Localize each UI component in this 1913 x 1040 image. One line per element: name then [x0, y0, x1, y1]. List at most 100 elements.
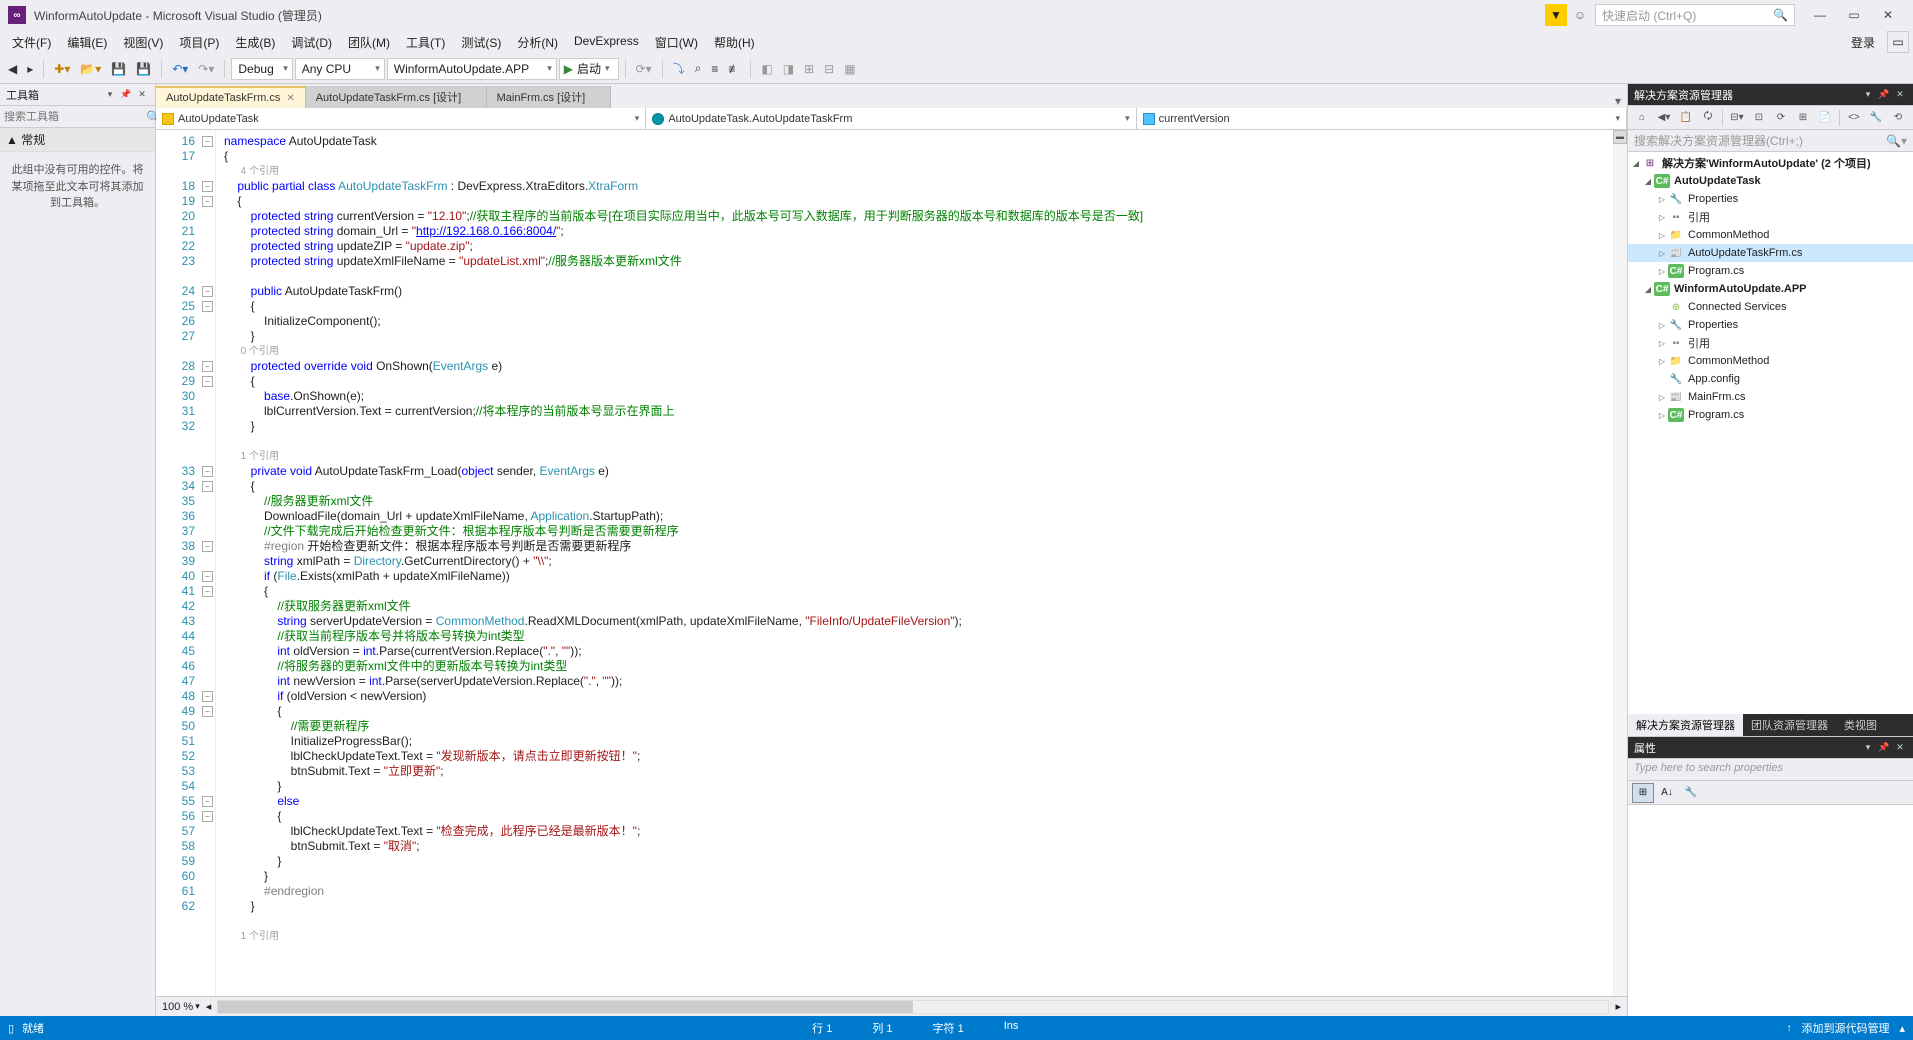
- fold-toggle[interactable]: −: [202, 481, 213, 492]
- fold-toggle[interactable]: −: [202, 196, 213, 207]
- tree-file[interactable]: 🔧App.config: [1628, 370, 1913, 388]
- alphabetical-button[interactable]: A↓: [1656, 783, 1678, 803]
- pending-changes-button[interactable]: 📋: [1676, 108, 1696, 128]
- sync-button[interactable]: 🗘: [1698, 108, 1718, 128]
- tab-overflow-button[interactable]: ▾: [1609, 94, 1627, 108]
- fold-toggle[interactable]: −: [202, 706, 213, 717]
- panel-tab[interactable]: 解决方案资源管理器: [1628, 714, 1743, 736]
- sign-in-link[interactable]: 登录: [1843, 31, 1883, 54]
- panel-pin-icon[interactable]: 📌: [119, 88, 133, 102]
- tree-folder[interactable]: ▷📁CommonMethod: [1628, 226, 1913, 244]
- save-button[interactable]: 💾: [107, 58, 130, 80]
- close-icon[interactable]: ✕: [286, 93, 294, 104]
- redo-button[interactable]: ↷▾: [194, 58, 218, 80]
- open-file-button[interactable]: 📂▾: [76, 58, 105, 80]
- properties-button[interactable]: 📄: [1815, 108, 1835, 128]
- save-all-button[interactable]: 💾: [132, 58, 155, 80]
- publish-icon[interactable]: ↑: [1786, 1023, 1791, 1034]
- fold-toggle[interactable]: −: [202, 376, 213, 387]
- document-tab[interactable]: AutoUpdateTaskFrm.cs✕: [156, 86, 306, 108]
- show-all-button[interactable]: ⊡: [1749, 108, 1769, 128]
- tree-folder[interactable]: ▷📁CommonMethod: [1628, 352, 1913, 370]
- menu-item[interactable]: 编辑(E): [59, 31, 115, 54]
- fold-toggle[interactable]: −: [202, 361, 213, 372]
- pin-button[interactable]: ⟲: [1888, 108, 1908, 128]
- tree-properties[interactable]: ▷🔧Properties: [1628, 190, 1913, 208]
- startup-project-combo[interactable]: WinformAutoUpdate.APP: [387, 58, 557, 80]
- horizontal-scrollbar[interactable]: [217, 1000, 1609, 1014]
- tree-project[interactable]: ◢C#AutoUpdateTask: [1628, 172, 1913, 190]
- nav-forward-button[interactable]: ▸: [23, 58, 37, 80]
- prop-wrench-button[interactable]: 🔧: [1680, 783, 1702, 803]
- panel-pin-icon[interactable]: 📌: [1877, 741, 1891, 755]
- nav-project-combo[interactable]: AutoUpdateTask: [156, 108, 646, 129]
- fold-toggle[interactable]: −: [202, 136, 213, 147]
- menu-item[interactable]: DevExpress: [566, 31, 647, 54]
- fold-toggle[interactable]: −: [202, 466, 213, 477]
- menu-item[interactable]: 文件(F): [4, 31, 59, 54]
- menu-item[interactable]: 生成(B): [227, 31, 283, 54]
- close-button[interactable]: ✕: [1871, 4, 1905, 26]
- nav-member-combo[interactable]: currentVersion: [1137, 108, 1627, 129]
- panel-tab[interactable]: 类视图: [1836, 714, 1885, 736]
- feedback-icon[interactable]: ☺: [1569, 4, 1591, 26]
- solution-tree[interactable]: ◢⊞解决方案'WinformAutoUpdate' (2 个项目) ◢C#Aut…: [1628, 152, 1913, 714]
- menu-item[interactable]: 调试(D): [283, 31, 340, 54]
- notification-flag-icon[interactable]: ▼: [1545, 4, 1567, 26]
- fold-toggle[interactable]: −: [202, 286, 213, 297]
- menu-item[interactable]: 项目(P): [171, 31, 227, 54]
- panel-dropdown-icon[interactable]: ▾: [103, 88, 117, 102]
- menu-item[interactable]: 工具(T): [398, 31, 453, 54]
- tree-file[interactable]: ▷📰MainFrm.cs: [1628, 388, 1913, 406]
- tree-references[interactable]: ▷▪▪引用: [1628, 208, 1913, 226]
- minimize-button[interactable]: —: [1803, 4, 1837, 26]
- collapse-all-button[interactable]: ⊟▾: [1727, 108, 1747, 128]
- tree-references[interactable]: ▷▪▪引用: [1628, 334, 1913, 352]
- fold-toggle[interactable]: −: [202, 301, 213, 312]
- code-button[interactable]: <>: [1844, 108, 1864, 128]
- extra4-button[interactable]: ⊟: [820, 58, 838, 80]
- comment-button[interactable]: ≡: [707, 58, 722, 80]
- extra3-button[interactable]: ⊞: [800, 58, 818, 80]
- menu-item[interactable]: 窗口(W): [647, 31, 706, 54]
- panel-dropdown-icon[interactable]: ▾: [1861, 88, 1875, 102]
- panel-close-icon[interactable]: ✕: [135, 88, 149, 102]
- tree-solution-root[interactable]: ◢⊞解决方案'WinformAutoUpdate' (2 个项目): [1628, 154, 1913, 172]
- nav-class-combo[interactable]: AutoUpdateTask.AutoUpdateTaskFrm: [646, 108, 1136, 129]
- solution-search-input[interactable]: 搜索解决方案资源管理器(Ctrl+;) 🔍▾: [1628, 130, 1913, 152]
- vertical-scrollbar[interactable]: ▬: [1613, 130, 1627, 996]
- undo-button[interactable]: ↶▾: [168, 58, 192, 80]
- code-editor[interactable]: namespace AutoUpdateTask{ 4 个引用 public p…: [216, 130, 1613, 996]
- account-icon[interactable]: ▭: [1887, 31, 1909, 53]
- menu-item[interactable]: 帮助(H): [706, 31, 763, 54]
- document-tab[interactable]: AutoUpdateTaskFrm.cs [设计]✕: [306, 86, 487, 108]
- home-button[interactable]: ⌂: [1632, 108, 1652, 128]
- panel-pin-icon[interactable]: 📌: [1877, 88, 1891, 102]
- fold-toggle[interactable]: −: [202, 181, 213, 192]
- source-control-link[interactable]: 添加到源代码管理: [1801, 1020, 1889, 1036]
- platform-combo[interactable]: Any CPU: [295, 58, 385, 80]
- fold-toggle[interactable]: −: [202, 811, 213, 822]
- start-debug-button[interactable]: ▶ 启动 ▾: [559, 58, 619, 80]
- menu-item[interactable]: 测试(S): [453, 31, 509, 54]
- panel-close-icon[interactable]: ✕: [1893, 741, 1907, 755]
- categorized-button[interactable]: ⊞: [1632, 783, 1654, 803]
- refresh-button[interactable]: ⟳: [1771, 108, 1791, 128]
- preview-button[interactable]: ⊞: [1793, 108, 1813, 128]
- toolbox-group-general[interactable]: ▲ 常规: [0, 128, 155, 152]
- fold-toggle[interactable]: −: [202, 571, 213, 582]
- panel-tab[interactable]: 团队资源管理器: [1743, 714, 1836, 736]
- properties-search-input[interactable]: Type here to search properties: [1628, 759, 1913, 781]
- document-tab[interactable]: MainFrm.cs [设计]✕: [487, 86, 611, 108]
- fold-toggle[interactable]: −: [202, 796, 213, 807]
- tree-project[interactable]: ◢C#WinformAutoUpdate.APP: [1628, 280, 1913, 298]
- zoom-combo[interactable]: 100 %▾: [162, 1001, 200, 1013]
- find-button[interactable]: ⌕: [691, 58, 706, 80]
- fold-toggle[interactable]: −: [202, 691, 213, 702]
- tree-file[interactable]: ▷C#Program.cs: [1628, 406, 1913, 424]
- menu-item[interactable]: 分析(N): [509, 31, 566, 54]
- quick-launch-input[interactable]: 快速启动 (Ctrl+Q) 🔍: [1595, 4, 1795, 26]
- uncomment-button[interactable]: ≢: [724, 58, 744, 80]
- new-project-button[interactable]: ✚▾: [50, 58, 74, 80]
- split-editor-button[interactable]: ▬: [1613, 130, 1627, 144]
